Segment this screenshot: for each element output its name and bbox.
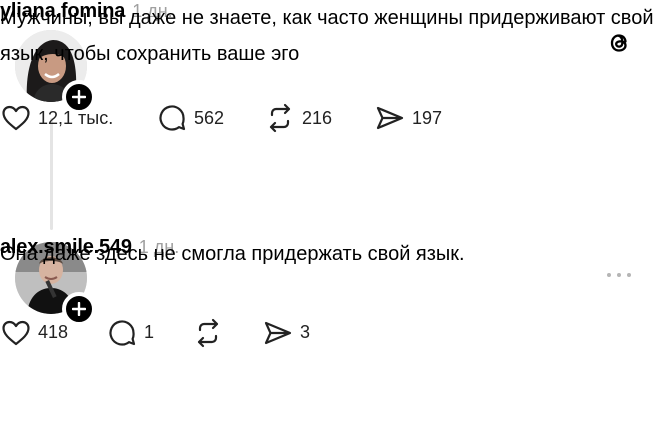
heart-icon <box>2 105 30 131</box>
like-button[interactable]: 418 <box>0 317 106 349</box>
repost-icon <box>269 103 291 133</box>
share-count: 3 <box>300 322 311 342</box>
like-button[interactable]: 12,1 тыс. <box>0 102 156 134</box>
reply-button[interactable]: 1 <box>106 317 192 349</box>
repost-count: 216 <box>302 107 333 128</box>
share-icon <box>264 321 292 344</box>
repost-button[interactable]: 216 <box>264 102 374 134</box>
post-actions: 418 1 3 <box>0 236 310 429</box>
repost-icon <box>197 318 219 347</box>
share-icon <box>376 106 404 130</box>
reply-button[interactable]: 562 <box>156 102 264 134</box>
more-horizontal-icon[interactable] <box>604 268 634 282</box>
share-button[interactable]: 3 <box>262 317 310 349</box>
repost-button[interactable] <box>192 317 262 349</box>
like-count: 12,1 тыс. <box>38 107 114 128</box>
heart-icon <box>2 320 30 345</box>
like-count: 418 <box>38 322 69 342</box>
post-actions: 12,1 тыс. 562 216 197 <box>0 0 442 236</box>
reply-count: 1 <box>144 322 155 342</box>
comment-icon <box>159 105 186 131</box>
share-count: 197 <box>412 107 443 128</box>
comment-icon <box>109 319 136 346</box>
reply-count: 562 <box>194 107 225 128</box>
share-button[interactable]: 197 <box>374 102 442 134</box>
